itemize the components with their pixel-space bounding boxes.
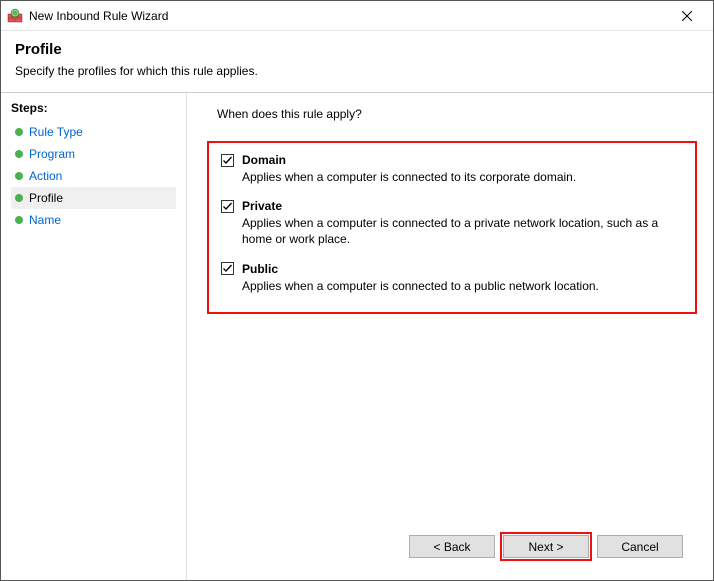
step-label: Rule Type: [29, 125, 83, 139]
bullet-icon: [15, 172, 23, 180]
checkbox-private[interactable]: [221, 200, 234, 213]
step-rule-type[interactable]: Rule Type: [11, 121, 176, 143]
option-private: Private Applies when a computer is conne…: [221, 199, 683, 247]
step-action[interactable]: Action: [11, 165, 176, 187]
close-icon: [682, 11, 692, 21]
header: Profile Specify the profiles for which t…: [1, 31, 713, 92]
bullet-icon: [15, 194, 23, 202]
step-label: Name: [29, 213, 61, 227]
option-desc: Applies when a computer is connected to …: [242, 169, 683, 185]
close-button[interactable]: [667, 2, 707, 30]
content-pane: When does this rule apply? Domain Applie…: [187, 93, 713, 580]
content-prompt: When does this rule apply?: [217, 107, 693, 121]
body: Steps: Rule Type Program Action Profile …: [1, 93, 713, 580]
titlebar: New Inbound Rule Wizard: [1, 1, 713, 31]
step-label: Action: [29, 169, 62, 183]
check-icon: [222, 201, 233, 212]
page-subtitle: Specify the profiles for which this rule…: [15, 64, 699, 78]
button-row: < Back Next > Cancel: [217, 525, 693, 570]
highlight-box: Domain Applies when a computer is connec…: [207, 141, 697, 314]
option-public: Public Applies when a computer is connec…: [221, 262, 683, 294]
checkbox-domain[interactable]: [221, 154, 234, 167]
option-label: Domain: [242, 153, 286, 167]
check-icon: [222, 155, 233, 166]
step-name[interactable]: Name: [11, 209, 176, 231]
window-title: New Inbound Rule Wizard: [29, 9, 667, 23]
steps-heading: Steps:: [11, 101, 176, 115]
next-button[interactable]: Next >: [503, 535, 589, 558]
option-desc: Applies when a computer is connected to …: [242, 278, 683, 294]
bullet-icon: [15, 150, 23, 158]
steps-sidebar: Steps: Rule Type Program Action Profile …: [1, 93, 187, 580]
step-profile[interactable]: Profile: [11, 187, 176, 209]
checkbox-public[interactable]: [221, 262, 234, 275]
step-program[interactable]: Program: [11, 143, 176, 165]
option-desc: Applies when a computer is connected to …: [242, 215, 683, 247]
firewall-icon: [7, 8, 23, 24]
bullet-icon: [15, 216, 23, 224]
cancel-button[interactable]: Cancel: [597, 535, 683, 558]
wizard-window: New Inbound Rule Wizard Profile Specify …: [0, 0, 714, 581]
back-button[interactable]: < Back: [409, 535, 495, 558]
step-label: Profile: [29, 191, 63, 205]
option-domain: Domain Applies when a computer is connec…: [221, 153, 683, 185]
option-label: Public: [242, 262, 278, 276]
step-label: Program: [29, 147, 75, 161]
check-icon: [222, 263, 233, 274]
page-title: Profile: [15, 41, 699, 58]
option-label: Private: [242, 199, 282, 213]
bullet-icon: [15, 128, 23, 136]
